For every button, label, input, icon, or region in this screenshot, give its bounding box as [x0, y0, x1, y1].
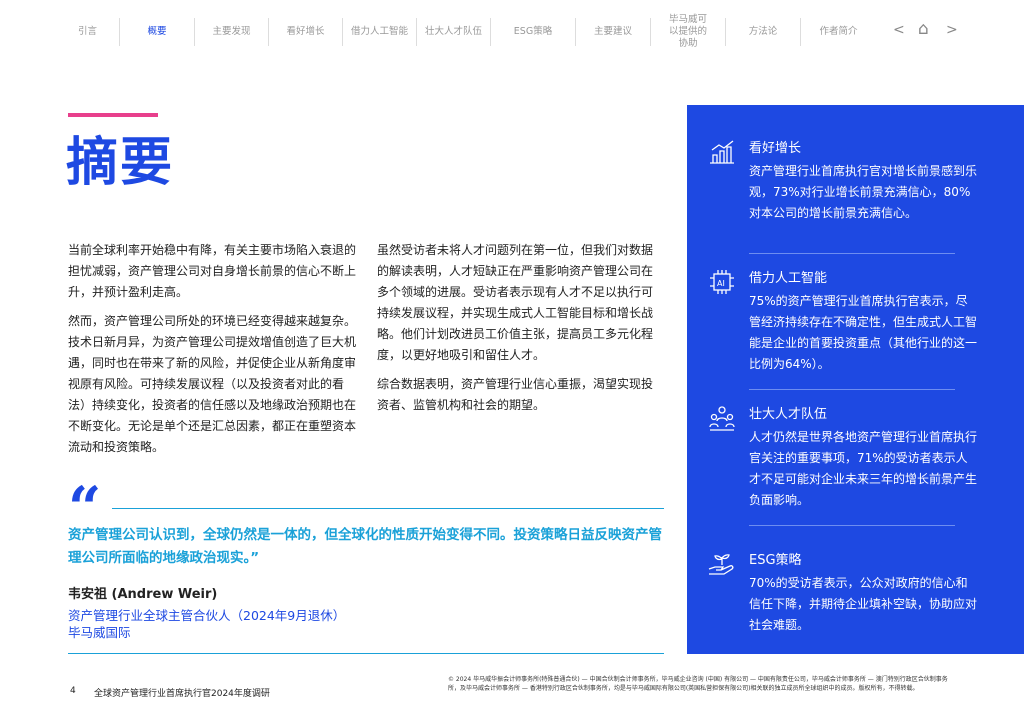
- paragraph: 虽然受访者未将人才问题列在第一位，但我们对数据的解读表明，人才短缺正在严重影响资…: [377, 243, 654, 362]
- highlight-text: 75%的资产管理行业首席执行官表示，尽管经济持续存在不确定性，但生成式人工智能是…: [749, 294, 978, 371]
- nav-summary[interactable]: 概要: [120, 18, 195, 46]
- nav-intro[interactable]: 引言: [56, 18, 120, 46]
- legal-notice: © 2024 毕马威华振会计师事务所(特殊普通合伙) — 中国合伙制会计师事务所…: [448, 676, 948, 692]
- paragraph: 综合数据表明，资产管理行业信心重振，渴望实现投资者、监管机构和社会的期望。: [377, 377, 654, 412]
- highlight-text: 人才仍然是世界各地资产管理行业首席执行官关注的重要事项，71%的受访者表示人才不…: [749, 430, 978, 507]
- nav-recommendations[interactable]: 主要建议: [576, 18, 651, 46]
- nav-kpmg-help[interactable]: 毕马威可以提供的协助: [651, 14, 726, 49]
- nav-authors[interactable]: 作者简介: [801, 18, 876, 46]
- report-title: 全球资产管理行业首席执行官2024年度调研: [94, 689, 270, 699]
- page-number: 4: [70, 686, 76, 696]
- divider: [112, 508, 664, 509]
- divider: [68, 653, 664, 654]
- nav-talent[interactable]: 壮大人才队伍: [417, 18, 491, 46]
- growth-chart-icon: [710, 140, 734, 164]
- divider: [749, 389, 955, 390]
- author-org: 毕马威国际: [68, 625, 131, 640]
- prev-page-icon[interactable]: <: [893, 22, 905, 38]
- svg-text:AI: AI: [717, 279, 725, 288]
- body-column-2: 虽然受访者未将人才问题列在第一位，但我们对数据的解读表明，人才短缺正在严重影响资…: [377, 240, 662, 424]
- nav-ai[interactable]: 借力人工智能: [343, 18, 417, 46]
- highlights-panel: 看好增长 资产管理行业首席执行官对增长前景感到乐观，73%对行业增长前景充满信心…: [687, 105, 1024, 654]
- divider: [749, 525, 955, 526]
- ai-chip-icon: AI: [710, 270, 734, 294]
- title-accent-bar: [68, 113, 158, 117]
- highlight-title: 壮大人才队伍: [749, 407, 828, 422]
- highlight-title: 借力人工智能: [749, 271, 828, 286]
- pull-quote: 资产管理公司认识到，全球仍然是一体的，但全球化的性质开始变得不同。投资策略日益反…: [68, 527, 662, 566]
- people-icon: [709, 406, 735, 431]
- home-icon[interactable]: ⌂: [918, 19, 929, 39]
- author-role: 资产管理行业全球主管合伙人（2024年9月退休）: [68, 608, 346, 623]
- nav-esg[interactable]: ESG策略: [491, 18, 576, 46]
- paragraph: 然而，资产管理公司所处的环境已经变得越来越复杂。技术日新月异，为资产管理公司提效…: [68, 314, 357, 454]
- body-column-1: 当前全球利率开始稳中有降，有关主要市场陷入衰退的担忧减弱，资产管理公司对自身增长…: [68, 240, 358, 466]
- nav-methodology[interactable]: 方法论: [726, 18, 801, 46]
- divider: [749, 253, 955, 254]
- quote-author: 韦安祖 (Andrew Weir): [68, 587, 218, 602]
- highlight-title: 看好增长: [749, 141, 802, 156]
- next-page-icon[interactable]: >: [946, 22, 958, 38]
- highlight-text: 资产管理行业首席执行官对增长前景感到乐观，73%对行业增长前景充满信心，80%对…: [749, 164, 978, 220]
- nav-growth[interactable]: 看好增长: [269, 18, 343, 46]
- highlight-title: ESG策略: [749, 553, 802, 568]
- paragraph: 当前全球利率开始稳中有降，有关主要市场陷入衰退的担忧减弱，资产管理公司对自身增长…: [68, 243, 357, 299]
- plant-hand-icon: [708, 554, 734, 575]
- page-title: 摘要: [66, 133, 175, 193]
- nav-key-findings[interactable]: 主要发现: [195, 18, 269, 46]
- quote-author-title: 资产管理行业全球主管合伙人（2024年9月退休） 毕马威国际: [68, 607, 345, 641]
- highlight-text: 70%的受访者表示，公众对政府的信心和信任下降，并期待企业填补空缺，协助应对社会…: [749, 576, 978, 632]
- section-nav: 引言 概要 主要发现 看好增长 借力人工智能 壮大人才队伍 ESG策略 主要建议…: [56, 14, 1024, 49]
